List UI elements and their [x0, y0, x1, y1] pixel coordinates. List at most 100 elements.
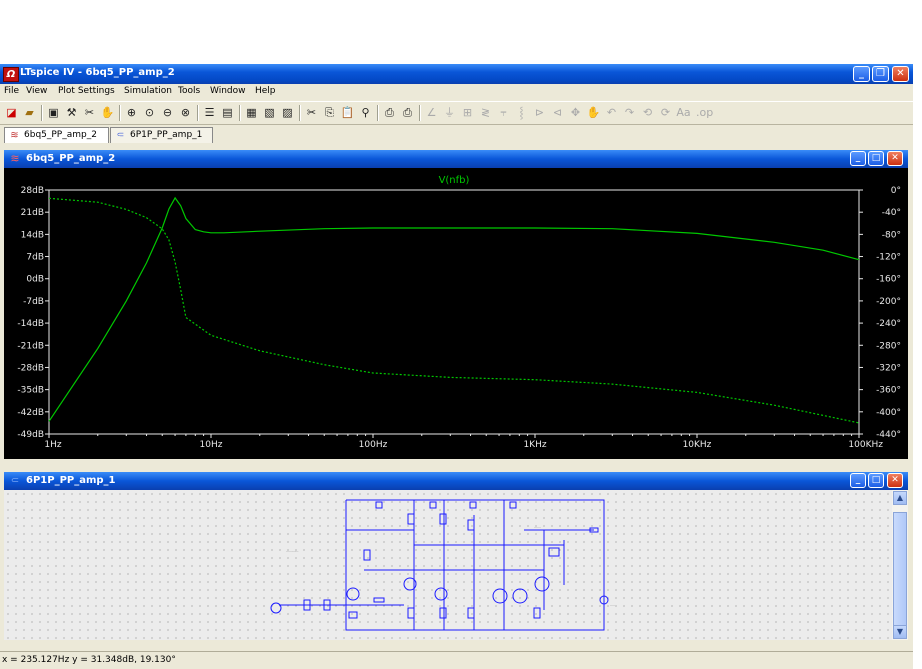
- undo-icon[interactable]: ↶: [604, 105, 619, 120]
- y-right-tick-label: -200°: [876, 297, 901, 307]
- waveform-icon: ≋: [10, 130, 19, 141]
- x-tick-label: 10KHz: [683, 440, 712, 450]
- capacitor-icon[interactable]: ⫧: [496, 105, 511, 120]
- scroll-thumb[interactable]: [893, 512, 907, 626]
- scroll-up-arrow-icon[interactable]: ▲: [893, 491, 907, 505]
- x-tick-label: 100Hz: [359, 440, 388, 450]
- mirror-icon[interactable]: ⟳: [658, 105, 673, 120]
- waveform-plot-pane[interactable]: V(nfb) 28dB 21dB 14dB 7dB 0dB -7dB -14dB -21dB -…: [4, 168, 908, 459]
- close-window-button[interactable]: ✕: [892, 66, 909, 82]
- menu-view[interactable]: View: [26, 86, 47, 96]
- y-left-tick-label: -7dB: [23, 297, 44, 307]
- y-left-tick-label: -35dB: [17, 386, 44, 396]
- trace-label[interactable]: V(nfb): [439, 175, 470, 186]
- plot-window-title: 6bq5_PP_amp_2: [26, 153, 116, 164]
- plot-close-button[interactable]: ✕: [887, 151, 903, 166]
- zoom-out-icon[interactable]: ⊖: [160, 105, 175, 120]
- drag-icon[interactable]: ✋: [586, 105, 601, 120]
- spice-directive-icon[interactable]: .op: [696, 105, 713, 120]
- schematic-note: .....: [610, 603, 615, 607]
- bode-plot: V(nfb) 28dB 21dB 14dB 7dB 0dB -7dB -14dB -21dB -…: [17, 175, 901, 450]
- pan-hand-icon[interactable]: ✋: [100, 105, 115, 120]
- app-title-bar[interactable]: Ω LTspice IV - 6bq5_PP_amp_2 _ ❐ ✕: [0, 64, 913, 84]
- redo-icon[interactable]: ↷: [622, 105, 637, 120]
- find-binoculars-icon[interactable]: ⚲: [358, 105, 373, 120]
- autorange-icon[interactable]: ☰: [202, 105, 217, 120]
- y-left-tick-label: 28dB: [21, 186, 44, 196]
- y-left-tick-label: 21dB: [21, 208, 44, 218]
- ground-icon[interactable]: ⏚: [442, 105, 457, 120]
- cascade-windows-icon[interactable]: ▨: [280, 105, 295, 120]
- ltspice-logo-icon: Ω: [3, 67, 19, 82]
- schematic-minimize-button[interactable]: _: [850, 473, 866, 488]
- cursor-readout: x = 235.127Hz y = 31.348dB, 19.130°: [2, 655, 176, 665]
- y-right-tick-label: -160°: [876, 275, 901, 285]
- schematic-window-title-bar[interactable]: ⸦ 6P1P_PP_amp_1 _ □ ✕: [4, 472, 908, 490]
- schematic-drawing: ............. ....... .....: [270, 499, 615, 631]
- y-right-tick-label: -40°: [882, 208, 901, 218]
- schematic-vertical-scrollbar[interactable]: ▲ ▼: [892, 490, 908, 640]
- rotate-icon[interactable]: ⟲: [640, 105, 655, 120]
- run-icon[interactable]: ✂: [82, 105, 97, 120]
- paste-icon[interactable]: 📋: [340, 105, 355, 120]
- tile-horizontal-icon[interactable]: ▦: [244, 105, 259, 120]
- move-icon[interactable]: ✥: [568, 105, 583, 120]
- print-setup-icon[interactable]: ⎙: [382, 105, 397, 120]
- y-right-tick-label: 0°: [891, 186, 901, 196]
- inductor-icon[interactable]: ⸾: [514, 105, 529, 120]
- schematic-close-button[interactable]: ✕: [887, 473, 903, 488]
- menu-help[interactable]: Help: [255, 86, 276, 96]
- status-bar: x = 235.127Hz y = 31.348dB, 19.130°: [0, 651, 913, 669]
- schematic-window-title: 6P1P_PP_amp_1: [26, 475, 116, 486]
- new-schematic-icon[interactable]: ◪: [4, 105, 19, 120]
- waveform-icon: ≋: [10, 152, 20, 165]
- print-icon[interactable]: ⎙: [400, 105, 415, 120]
- tab-6bq5-pp-amp-2[interactable]: ≋ 6bq5_PP_amp_2: [4, 127, 109, 143]
- plot-window-title-bar[interactable]: ≋ 6bq5_PP_amp_2 _ □ ✕: [4, 150, 908, 168]
- cut-icon[interactable]: ✂: [304, 105, 319, 120]
- text-icon[interactable]: Aa: [676, 105, 691, 120]
- plot-maximize-button[interactable]: □: [868, 151, 884, 166]
- restore-window-button[interactable]: ❐: [872, 66, 889, 82]
- save-icon[interactable]: ▣: [46, 105, 61, 120]
- y-right-tick-label: -400°: [876, 408, 901, 418]
- zoom-in-icon[interactable]: ⊕: [124, 105, 139, 120]
- y-right-tick-label: -120°: [876, 253, 901, 263]
- schematic-canvas[interactable]: ............. ....... .....: [4, 490, 892, 640]
- tab-6p1p-pp-amp-1[interactable]: ⸦ 6P1P_PP_amp_1: [110, 127, 213, 143]
- tile-vertical-icon[interactable]: ▧: [262, 105, 277, 120]
- x-tick-label: 1KHz: [523, 440, 546, 450]
- y-left-tick-label: 0dB: [26, 275, 44, 285]
- menu-simulation[interactable]: Simulation: [124, 86, 172, 96]
- schematic-note: .............: [286, 549, 298, 553]
- control-panel-icon[interactable]: ⚒: [64, 105, 79, 120]
- y-right-tick-label: -280°: [876, 341, 901, 351]
- menu-window[interactable]: Window: [210, 86, 246, 96]
- component-icon[interactable]: ⊲: [550, 105, 565, 120]
- app-title: LTspice IV - 6bq5_PP_amp_2: [20, 67, 175, 78]
- menu-tools[interactable]: Tools: [178, 86, 200, 96]
- zoom-fit-icon[interactable]: ⊗: [178, 105, 193, 120]
- diode-icon[interactable]: ⊳: [532, 105, 547, 120]
- draw-wire-icon[interactable]: ∠: [424, 105, 439, 120]
- cursor-grid-icon[interactable]: ▤: [220, 105, 235, 120]
- open-folder-icon[interactable]: ▰: [22, 105, 37, 120]
- scroll-down-arrow-icon[interactable]: ▼: [893, 625, 907, 639]
- x-tick-label: 1Hz: [44, 440, 61, 450]
- menu-plot-settings[interactable]: Plot Settings: [58, 86, 115, 96]
- ltspice-app-window: Ω LTspice IV - 6bq5_PP_amp_2 _ ❐ ✕ File …: [0, 64, 913, 669]
- copy-icon[interactable]: ⎘: [322, 105, 337, 120]
- document-tabs: ≋ 6bq5_PP_amp_2 ⸦ 6P1P_PP_amp_1: [0, 125, 913, 145]
- menu-file[interactable]: File: [4, 86, 19, 96]
- label-net-icon[interactable]: ⊞: [460, 105, 475, 120]
- schematic-icon: ⸦: [9, 474, 21, 487]
- zoom-pan-icon[interactable]: ⊙: [142, 105, 157, 120]
- minimize-window-button[interactable]: _: [853, 66, 870, 82]
- plot-minimize-button[interactable]: _: [850, 151, 866, 166]
- resistor-icon[interactable]: ≷: [478, 105, 493, 120]
- schematic-maximize-button[interactable]: □: [868, 473, 884, 488]
- y-left-tick-label: -49dB: [17, 430, 44, 440]
- y-right-tick-label: -440°: [876, 430, 901, 440]
- y-right-tick-label: -360°: [876, 386, 901, 396]
- tab-label: 6P1P_PP_amp_1: [130, 130, 203, 140]
